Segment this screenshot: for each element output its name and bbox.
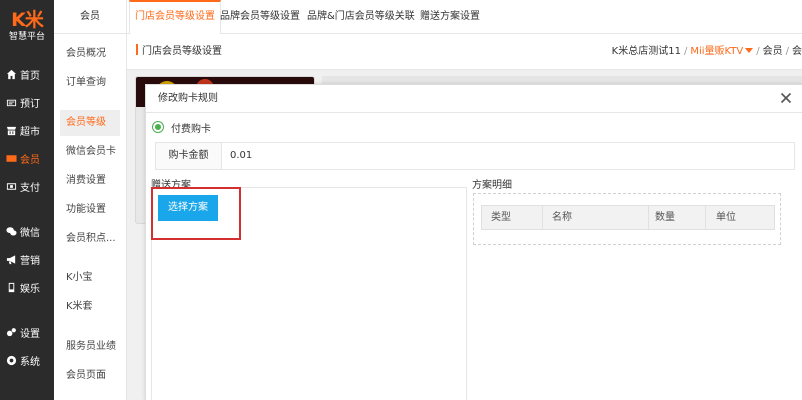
table-header-unit: 单位: [716, 212, 736, 223]
shop-icon: [6, 125, 17, 136]
breadcrumb-separator: /: [756, 46, 760, 57]
submenu-item-wechat-card[interactable]: 微信会员卡: [60, 139, 120, 165]
logo: K米 智慧平台: [0, 0, 54, 50]
nav-item-wechat[interactable]: 微信: [0, 218, 54, 244]
submenu-item-member-page[interactable]: 会员页面: [60, 363, 120, 389]
table-header-name: 名称: [543, 206, 649, 229]
nav-item-settings[interactable]: 设置: [0, 319, 54, 345]
megaphone-icon: [6, 254, 17, 265]
nav-item-label: 会员: [20, 154, 40, 166]
submenu-item-orders[interactable]: 订单查询: [60, 70, 120, 96]
logo-mark: K米: [11, 9, 44, 31]
table-header-quantity: 数量: [649, 206, 706, 229]
nav-item-label: 营销: [20, 255, 40, 267]
edit-purchase-rule-modal: 修改购卡规则 付费购卡 购卡金额 0.01 赠送方案 方案明细 选择方案 类型 …: [145, 84, 802, 400]
page-title: 门店会员等级设置: [136, 34, 222, 70]
nav-item-member[interactable]: 会员: [0, 145, 54, 171]
breadcrumb-level2[interactable]: 会: [792, 46, 802, 57]
modal-title: 修改购卡规则: [158, 93, 218, 104]
main-sidebar: K米 智慧平台 首页 预订 超市 会员 支付 微信 营销 娱乐 设置 系统: [0, 0, 54, 400]
nav-item-label: 超市: [20, 126, 40, 138]
breadcrumb-level1[interactable]: 会员: [763, 46, 783, 57]
member-card-icon: [6, 153, 17, 164]
purchase-amount-field: 购卡金额 0.01: [155, 142, 795, 170]
entertainment-icon: [6, 282, 17, 293]
nav-item-label: 首页: [20, 70, 40, 82]
nav-item-shop[interactable]: 超市: [0, 117, 54, 143]
radio-checked-icon: [152, 121, 164, 133]
tab-store-member-level[interactable]: 门店会员等级设置: [129, 0, 221, 34]
nav-item-entertainment[interactable]: 娱乐: [0, 274, 54, 300]
nav-item-label: 微信: [20, 227, 40, 239]
nav-item-system[interactable]: 系统: [0, 347, 54, 373]
nav-item-label: 设置: [20, 328, 40, 340]
page-title-text: 门店会员等级设置: [142, 46, 222, 57]
venue-name: Mii量贩KTV: [690, 46, 744, 57]
breadcrumb-store[interactable]: K米总店测试11: [612, 46, 681, 57]
member-submenu: 会员 会员概况 订单查询 会员等级 微信会员卡 消费设置 功能设置 会员积点..…: [54, 0, 127, 400]
close-icon[interactable]: [780, 92, 792, 104]
plan-detail-table-header: 类型 名称 数量 单位: [481, 205, 775, 230]
venue-dropdown[interactable]: Mii量贩KTV: [690, 46, 754, 57]
submenu-title: 会员: [54, 0, 126, 34]
nav-item-label: 系统: [20, 356, 40, 368]
tab-gift-plan[interactable]: 赠送方案设置: [420, 0, 480, 34]
title-marker: [136, 44, 138, 55]
tab-brand-store-link[interactable]: 品牌&门店会员等级关联: [307, 0, 415, 34]
highlight-box: [151, 187, 241, 240]
table-header-type: 类型: [482, 206, 543, 229]
paid-purchase-radio[interactable]: 付费购卡: [152, 118, 211, 136]
plan-detail-panel: 类型 名称 数量 单位: [473, 193, 781, 245]
submenu-item-kmitao[interactable]: K米套: [60, 294, 120, 320]
breadcrumb-path: K米总店测试11/Mii量贩KTV / 会员 / 会: [612, 34, 802, 70]
caret-down-icon: [745, 48, 754, 53]
nav-item-payment[interactable]: 支付: [0, 173, 54, 199]
logo-subtitle: 智慧平台: [8, 32, 45, 42]
submenu-item-staff-performance[interactable]: 服务员业绩: [60, 334, 120, 360]
breadcrumb: 门店会员等级设置 K米总店测试11/Mii量贩KTV / 会员 / 会: [127, 34, 802, 70]
nav-item-label: 支付: [20, 182, 40, 194]
system-icon: [6, 355, 17, 366]
breadcrumb-separator: /: [785, 46, 789, 57]
home-icon: [6, 69, 17, 80]
amount-label: 购卡金额: [156, 143, 222, 169]
settings-icon: [6, 327, 17, 338]
tab-brand-member-level[interactable]: 品牌会员等级设置: [220, 0, 300, 34]
nav-item-marketing[interactable]: 营销: [0, 246, 54, 272]
radio-label: 付费购卡: [171, 123, 211, 135]
submenu-item-features[interactable]: 功能设置: [60, 197, 120, 223]
nav-item-home[interactable]: 首页: [0, 61, 54, 87]
nav-item-label: 娱乐: [20, 283, 40, 295]
submenu-item-consumption[interactable]: 消费设置: [60, 168, 120, 194]
nav-item-label: 预订: [20, 98, 40, 110]
plan-detail-label: 方案明细: [472, 180, 512, 191]
modal-header: 修改购卡规则: [146, 85, 802, 113]
payment-icon: [6, 181, 17, 192]
top-tabs: 门店会员等级设置 品牌会员等级设置 品牌&门店会员等级关联 赠送方案设置: [127, 0, 802, 34]
submenu-item-member-level[interactable]: 会员等级: [60, 110, 120, 136]
submenu-item-kxiaobao[interactable]: K小宝: [60, 265, 120, 291]
submenu-item-points[interactable]: 会员积点...: [60, 226, 120, 252]
breadcrumb-separator: /: [683, 46, 688, 57]
booking-icon: [6, 97, 17, 108]
amount-input[interactable]: 0.01: [230, 143, 252, 169]
nav-item-booking[interactable]: 预订: [0, 89, 54, 115]
submenu-item-overview[interactable]: 会员概况: [60, 41, 120, 67]
wechat-icon: [6, 226, 17, 237]
